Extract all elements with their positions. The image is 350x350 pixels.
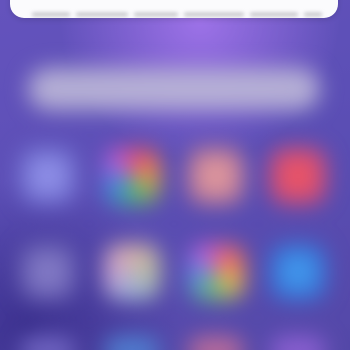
search-bar[interactable] bbox=[28, 68, 320, 110]
app-icon-lavender[interactable] bbox=[20, 148, 76, 204]
app-icon-multicolor-swirl[interactable] bbox=[104, 148, 160, 204]
app-icon-red[interactable] bbox=[270, 148, 326, 204]
app-icon-pastel-multicolor[interactable] bbox=[104, 244, 160, 300]
app-icon-partial[interactable] bbox=[188, 336, 244, 350]
notification-text bbox=[10, 6, 338, 18]
app-icon-partial[interactable] bbox=[104, 336, 160, 350]
app-icon-partial[interactable] bbox=[270, 336, 326, 350]
notification-banner[interactable] bbox=[10, 0, 338, 18]
app-icon-muted-purple[interactable] bbox=[20, 244, 76, 300]
app-icon-colorful-pinwheel[interactable] bbox=[188, 244, 244, 300]
app-icon-partial[interactable] bbox=[20, 336, 76, 350]
app-icon-blue[interactable] bbox=[270, 244, 326, 300]
app-icon-salmon[interactable] bbox=[188, 148, 244, 204]
blurred-home-screen bbox=[0, 0, 350, 350]
